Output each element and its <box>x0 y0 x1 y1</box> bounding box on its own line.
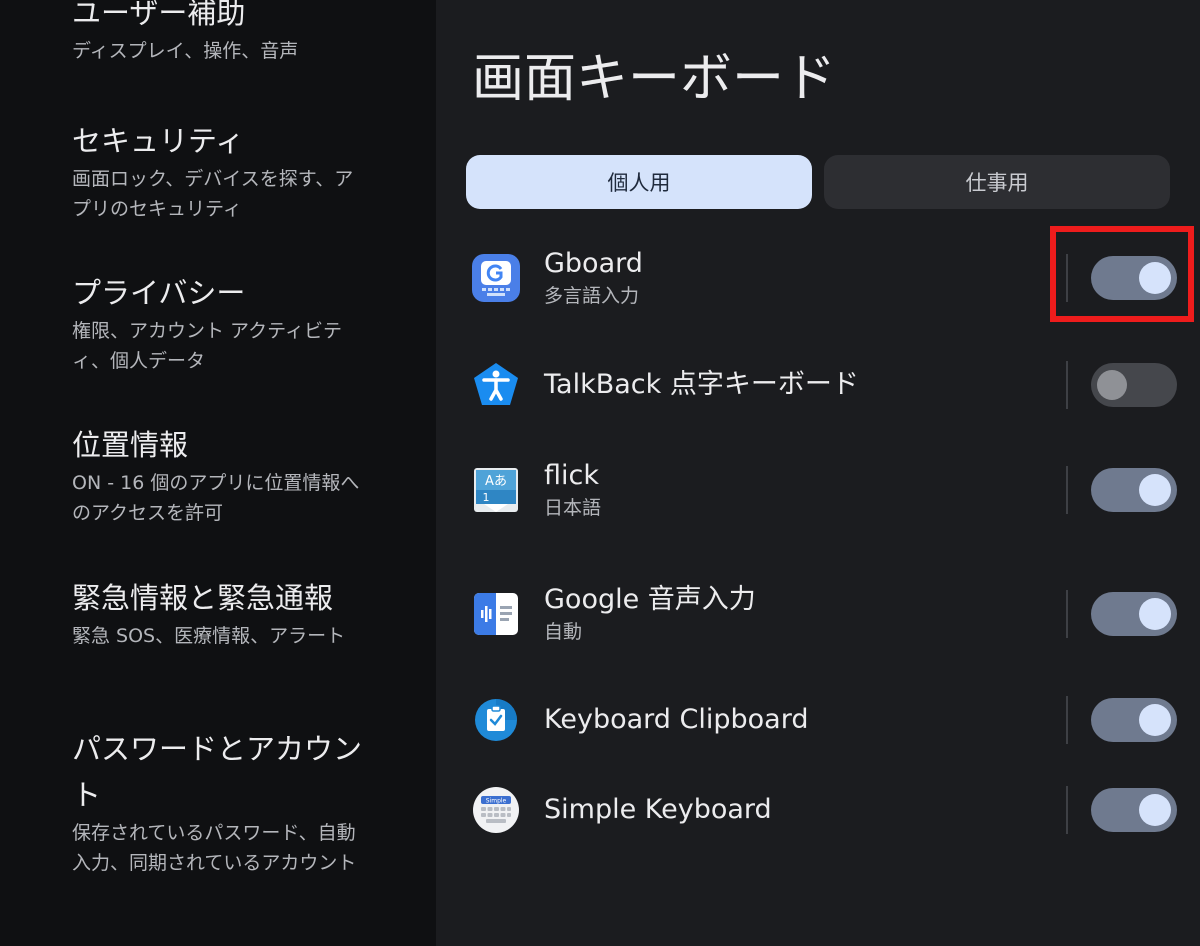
sidebar-item-subtitle: 画面ロック、デバイスを探す、アプリのセキュリティ <box>72 168 354 220</box>
keyboard-row-talkback[interactable]: TalkBack 点字キーボード <box>436 345 1200 425</box>
on-screen-keyboard-panel: 画面キーボード 個人用 仕事用 Gboard 多言語入力 TalkBack 点字… <box>436 0 1200 946</box>
sidebar-item-privacy[interactable]: プライバシー 権限、アカウント アクティビティ、個人データ <box>72 270 372 376</box>
keyboard-text: Google 音声入力 自動 <box>544 582 756 646</box>
clipboard-icon <box>472 696 520 744</box>
simple-keyboard-icon: Simple <box>472 786 520 834</box>
keyboard-name: Keyboard Clipboard <box>544 704 809 735</box>
sidebar-item-title: セキュリティ <box>72 124 245 158</box>
keyboard-row-keyboard-clipboard[interactable]: Keyboard Clipboard <box>436 680 1200 760</box>
sidebar-item-title: ユーザー補助 <box>72 0 246 30</box>
keyboard-text: flick 日本語 <box>544 458 601 522</box>
sidebar-item-title: パスワードとアカウント <box>72 732 363 812</box>
keyboard-name: Google 音声入力 <box>544 584 756 615</box>
sidebar-item-subtitle: ON - 16 個のアプリに位置情報へのアクセスを許可 <box>72 472 360 524</box>
flick-toggle[interactable] <box>1091 468 1177 512</box>
sidebar-item-location[interactable]: 位置情報 ON - 16 個のアプリに位置情報へのアクセスを許可 <box>72 422 372 528</box>
gboard-toggle[interactable] <box>1091 256 1177 300</box>
keyboard-row-simple-keyboard[interactable]: Simple Simple Keyboard <box>436 770 1200 850</box>
flick-icon-bottom-label: 1 <box>483 491 490 504</box>
keyboard-subtitle: 多言語入力 <box>544 285 640 307</box>
google-voice-toggle[interactable] <box>1091 592 1177 636</box>
row-divider <box>1066 786 1068 834</box>
keyboard-name: flick <box>544 460 599 491</box>
simple-keyboard-toggle[interactable] <box>1091 788 1177 832</box>
talkback-icon <box>472 361 520 409</box>
flick-icon: Aあ 1 <box>472 466 520 514</box>
toggle-thumb <box>1139 474 1171 506</box>
sidebar-item-security[interactable]: セキュリティ 画面ロック、デバイスを探す、アプリのセキュリティ <box>72 118 372 224</box>
keyboard-row-google-voice[interactable]: Google 音声入力 自動 <box>436 574 1200 654</box>
keyboard-text: Gboard 多言語入力 <box>544 246 643 310</box>
page-title: 画面キーボード <box>472 49 837 109</box>
keyboard-text: Simple Keyboard <box>544 792 772 828</box>
toggle-thumb <box>1139 598 1171 630</box>
sidebar-item-title: 位置情報 <box>72 428 189 462</box>
settings-screen: ユーザー補助 ディスプレイ、操作、音声 セキュリティ 画面ロック、デバイスを探す… <box>0 0 1200 946</box>
sidebar-item-subtitle: 緊急 SOS、医療情報、アラート <box>72 625 346 647</box>
gboard-icon <box>472 254 520 302</box>
toggle-thumb <box>1139 704 1171 736</box>
sidebar-item-passwords-accounts[interactable]: パスワードとアカウント 保存されているパスワード、自動入力、同期されているアカウ… <box>72 726 362 878</box>
toggle-thumb <box>1139 262 1171 294</box>
keyboard-subtitle: 自動 <box>544 621 583 643</box>
sidebar-item-subtitle: 保存されているパスワード、自動入力、同期されているアカウント <box>72 822 357 874</box>
keyboard-subtitle: 日本語 <box>544 497 602 519</box>
row-divider <box>1066 466 1068 514</box>
keyboard-row-flick[interactable]: Aあ 1 flick 日本語 <box>436 450 1200 530</box>
simple-keyboard-badge: Simple <box>486 798 507 805</box>
row-divider <box>1066 696 1068 744</box>
sidebar-item-title: 緊急情報と緊急通報 <box>72 581 334 615</box>
keyboard-text: TalkBack 点字キーボード <box>544 367 859 403</box>
row-divider <box>1066 590 1068 638</box>
sidebar-item-accessibility[interactable]: ユーザー補助 ディスプレイ、操作、音声 <box>72 0 372 66</box>
keyboard-row-gboard[interactable]: Gboard 多言語入力 <box>436 238 1200 318</box>
keyboard-name: TalkBack 点字キーボード <box>544 369 859 400</box>
sidebar-item-subtitle: ディスプレイ、操作、音声 <box>72 40 299 62</box>
row-divider <box>1066 361 1068 409</box>
sidebar-item-subtitle: 権限、アカウント アクティビティ、個人データ <box>72 320 342 372</box>
settings-sidebar: ユーザー補助 ディスプレイ、操作、音声 セキュリティ 画面ロック、デバイスを探す… <box>0 0 436 946</box>
flick-icon-top-label: Aあ <box>485 474 507 489</box>
keyboard-name: Simple Keyboard <box>544 794 772 825</box>
row-divider <box>1066 254 1068 302</box>
tab-work[interactable]: 仕事用 <box>824 155 1170 209</box>
sidebar-item-title: プライバシー <box>72 276 246 310</box>
keyboard-text: Keyboard Clipboard <box>544 702 808 738</box>
talkback-toggle[interactable] <box>1091 363 1177 407</box>
sidebar-item-emergency[interactable]: 緊急情報と緊急通報 緊急 SOS、医療情報、アラート <box>72 575 372 651</box>
tab-personal[interactable]: 個人用 <box>466 155 812 209</box>
keyboard-name: Gboard <box>544 248 643 279</box>
toggle-thumb <box>1097 370 1127 400</box>
toggle-thumb <box>1139 794 1171 826</box>
keyboard-clipboard-toggle[interactable] <box>1091 698 1177 742</box>
google-voice-icon <box>472 590 520 638</box>
